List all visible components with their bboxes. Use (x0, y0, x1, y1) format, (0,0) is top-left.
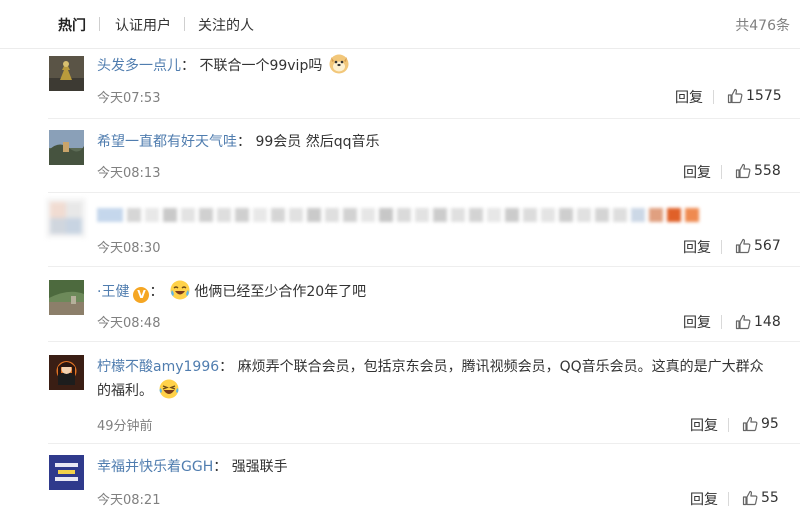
divider (48, 443, 800, 444)
separator: ： (237, 134, 251, 150)
reply-button[interactable]: 回复 (683, 237, 711, 257)
like-count: 1575 (746, 88, 782, 104)
username[interactable]: ·王健 (97, 284, 129, 300)
divider (48, 266, 800, 267)
separator: ： (213, 459, 228, 475)
tab-hot[interactable]: 热门 (58, 15, 86, 35)
username[interactable]: 希望一直都有好天气哇 (97, 134, 237, 150)
comment-time: 今天08:48 (97, 316, 161, 331)
like-count: 567 (754, 238, 781, 254)
avatar[interactable] (49, 130, 84, 165)
avatar[interactable] (49, 455, 84, 490)
comment-text: ·王健 V： 他俩已经至少合作20年了吧 (97, 280, 366, 304)
comment-time: 今天08:30 (97, 241, 161, 256)
separator: ： (219, 359, 234, 375)
like-button[interactable]: 95 (742, 416, 779, 432)
comment-time: 今天08:21 (97, 493, 161, 508)
avatar[interactable] (46, 198, 86, 238)
like-button[interactable]: 148 (735, 314, 781, 330)
action-divider (728, 418, 729, 432)
comment-body: 他俩已经至少合作20年了吧 (194, 284, 367, 300)
doge-emoji-icon (329, 54, 349, 74)
thumbs-up-icon (735, 163, 751, 179)
divider (48, 192, 800, 193)
reply-button[interactable]: 回复 (690, 489, 718, 509)
comment-time: 今天08:13 (97, 166, 161, 181)
comment-count: 共476条 (735, 18, 790, 34)
reply-button[interactable]: 回复 (675, 87, 703, 107)
comment-body-cont: 的福利。 (97, 383, 153, 399)
redacted-comment (97, 208, 742, 222)
avatar[interactable] (49, 280, 84, 315)
comment-body: 99会员 然后qq音乐 (255, 134, 380, 150)
avatar[interactable] (49, 355, 84, 390)
thumbs-up-icon (735, 314, 751, 330)
avatar[interactable] (49, 56, 84, 91)
like-button[interactable]: 55 (742, 490, 779, 506)
cry-laugh-emoji-icon (170, 280, 190, 300)
comment-text: 幸福并快乐着GGH： 强强联手 (97, 455, 288, 479)
comment-time: 49分钟前 (97, 419, 153, 434)
like-count: 95 (761, 416, 779, 432)
comment-text: 柠檬不酸amy1996： 麻烦弄个联合会员，包括京东会员，腾讯视频会员，QQ音乐… (97, 355, 764, 403)
reply-button[interactable]: 回复 (683, 162, 711, 182)
laugh-tears-emoji-icon (159, 379, 179, 399)
like-button[interactable]: 567 (735, 238, 781, 254)
action-divider (721, 165, 722, 179)
thumbs-up-icon (742, 490, 758, 506)
thumbs-up-icon (742, 416, 758, 432)
reply-button[interactable]: 回复 (690, 415, 718, 435)
thumbs-up-icon (727, 88, 743, 104)
comment-tabs: 热门 认证用户 关注的人 共476条 (0, 0, 800, 49)
comment-body: 强强联手 (231, 459, 288, 475)
divider (48, 341, 800, 342)
username[interactable]: 柠檬不酸amy1996 (97, 359, 219, 375)
verified-badge-icon: V (133, 287, 150, 303)
thumbs-up-icon (735, 238, 751, 254)
comment-text: 头发多一点儿： 不联合一个99vip吗 (97, 54, 349, 78)
like-count: 148 (754, 314, 781, 330)
tab-divider (184, 17, 185, 31)
action-divider (728, 492, 729, 506)
like-button[interactable]: 558 (735, 163, 781, 179)
username[interactable]: 头发多一点儿 (97, 58, 181, 74)
tab-divider (99, 17, 100, 31)
comment-body: 不联合一个99vip吗 (199, 58, 323, 74)
like-button[interactable]: 1575 (727, 88, 782, 104)
comment-text: 希望一直都有好天气哇： 99会员 然后qq音乐 (97, 130, 380, 154)
separator: ： (181, 58, 195, 74)
action-divider (721, 240, 722, 254)
username[interactable]: 幸福并快乐着GGH (97, 459, 213, 475)
reply-button[interactable]: 回复 (683, 312, 711, 332)
comment-time: 今天07:53 (97, 91, 161, 106)
action-divider (713, 90, 714, 104)
action-divider (721, 315, 722, 329)
divider (48, 118, 800, 119)
like-count: 55 (761, 490, 779, 506)
tab-following[interactable]: 关注的人 (198, 15, 254, 35)
separator: ： (149, 284, 164, 300)
comment-body: 麻烦弄个联合会员，包括京东会员，腾讯视频会员，QQ音乐会员。这真的是广大群众 (237, 359, 764, 375)
like-count: 558 (754, 163, 781, 179)
tab-verified[interactable]: 认证用户 (115, 15, 171, 35)
